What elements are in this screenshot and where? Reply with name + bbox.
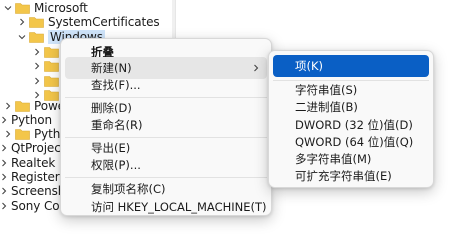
chevron-right-icon[interactable] [0, 115, 8, 124]
tree-item-label: Screensh [11, 183, 66, 198]
chevron-right-icon[interactable] [0, 172, 8, 181]
tree-item-label: QtProjec [11, 140, 61, 155]
folder-icon [15, 128, 30, 140]
menu-item-rename[interactable]: 重命名(R) [65, 114, 267, 136]
submenu-item-key[interactable]: 项(K) [273, 55, 429, 77]
folder-icon [29, 16, 44, 28]
chevron-right-icon[interactable] [0, 186, 8, 195]
chevron-right-icon[interactable] [0, 201, 8, 210]
chevron-right-icon [254, 64, 259, 72]
tree-item-label: SystemCertificates [48, 14, 160, 29]
chevron-right-icon[interactable] [17, 17, 26, 26]
chevron-down-icon[interactable] [3, 3, 12, 12]
tree-item-sony[interactable]: Sony Cor [0, 197, 64, 214]
chevron-right-icon[interactable] [3, 101, 12, 110]
folder-icon [15, 100, 30, 112]
menu-item-find[interactable]: 查找(F)... [65, 74, 267, 96]
tree-item-label: Sony Cor [11, 198, 65, 213]
chevron-right-icon[interactable] [32, 47, 41, 56]
folder-icon [44, 75, 59, 87]
folder-icon [44, 60, 59, 72]
submenu-item-expandable-string-value[interactable]: 可扩充字符串值(E) [273, 165, 429, 187]
folder-icon [15, 2, 30, 14]
menu-item-permissions[interactable]: 权限(P)... [65, 154, 267, 176]
context-menu: 折叠 新建(N) 查找(F)... 删除(D) 重命名(R) 导出(E) 权限(… [60, 38, 272, 216]
chevron-right-icon[interactable] [0, 143, 8, 152]
folder-open-icon [29, 31, 44, 43]
chevron-right-icon[interactable] [32, 61, 41, 70]
chevron-right-icon[interactable] [32, 76, 41, 85]
chevron-down-icon[interactable] [17, 32, 26, 41]
folder-icon [44, 46, 59, 58]
chevron-right-icon[interactable] [0, 158, 8, 167]
new-submenu: 项(K) 字符串值(S) 二进制值(B) DWORD (32 位)值(D) QW… [268, 50, 434, 188]
menu-item-goto-hklm[interactable]: 访问 HKEY_LOCAL_MACHINE(T) [65, 196, 267, 218]
chevron-right-icon[interactable] [3, 129, 12, 138]
